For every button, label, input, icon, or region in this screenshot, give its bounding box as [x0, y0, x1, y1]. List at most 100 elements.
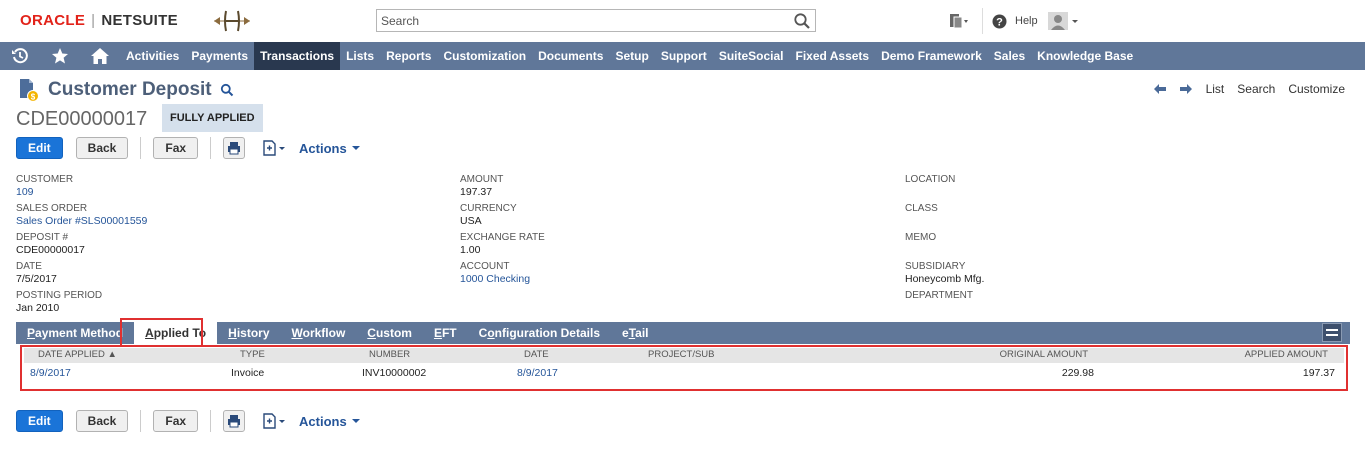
column-header-date[interactable]: DATE	[524, 349, 549, 360]
top-header: ORACLE | NETSUITE ? Help	[0, 0, 1365, 42]
subtab-eft[interactable]: EFT	[423, 322, 468, 344]
subtab-text: e	[622, 326, 629, 340]
new-record-menu-icon[interactable]	[261, 412, 287, 430]
field-value: USA	[460, 215, 482, 227]
nav-item-payments[interactable]: Payments	[185, 42, 254, 70]
nav-item-documents[interactable]: Documents	[532, 42, 609, 70]
subtab-accesskey: W	[291, 326, 303, 340]
logo-oracle-text: ORACLE	[20, 12, 86, 29]
field-value[interactable]: 109	[16, 186, 147, 198]
field-label: DEPOSIT #	[16, 232, 69, 243]
subtab-text: ayment Method	[35, 326, 124, 340]
previous-record-arrow-icon[interactable]	[1153, 83, 1167, 95]
nav-item-setup[interactable]: Setup	[609, 42, 654, 70]
edit-button[interactable]: Edit	[16, 137, 63, 159]
nav-recent[interactable]	[0, 42, 40, 70]
cell-date[interactable]: 8/9/2017	[517, 367, 558, 379]
global-search-input[interactable]	[377, 10, 777, 31]
help-link[interactable]: ? Help	[992, 12, 1038, 30]
applied-to-highlight-box	[120, 318, 203, 347]
user-avatar-icon	[1048, 12, 1078, 30]
nav-item-sales[interactable]: Sales	[988, 42, 1031, 70]
fax-button-bottom[interactable]: Fax	[153, 410, 199, 432]
nav-item-support[interactable]: Support	[655, 42, 713, 70]
print-button-bottom[interactable]	[223, 410, 246, 432]
column-header-project[interactable]: PROJECT/SUB	[648, 349, 715, 360]
column-header-type[interactable]: TYPE	[240, 349, 265, 360]
subtab-etail[interactable]: eTail	[611, 322, 659, 344]
subtab-accesskey: P	[27, 326, 36, 340]
logo-netsuite-text: NETSUITE	[101, 12, 178, 29]
actions-label: Actions	[299, 140, 347, 156]
button-separator	[140, 410, 142, 432]
oracle-netsuite-logo[interactable]: ORACLE | NETSUITE	[20, 12, 178, 29]
subtab-payment-method[interactable]: Payment Method	[16, 322, 134, 344]
field-label: AMOUNT	[460, 174, 504, 185]
field-label: LOCATION	[905, 174, 956, 185]
search-record-icon[interactable]	[220, 83, 234, 97]
subtab-accesskey: C	[367, 326, 376, 340]
nav-item-activities[interactable]: Activities	[120, 42, 185, 70]
nav-item-suitesocial[interactable]: SuiteSocial	[713, 42, 790, 70]
customize-link[interactable]: Customize	[1288, 82, 1345, 96]
field-label: CLASS	[905, 203, 938, 214]
actions-menu[interactable]: Actions	[299, 141, 361, 156]
field-value: 1.00	[460, 244, 481, 256]
field-value: Jan 2010	[16, 302, 60, 314]
help-icon: ?	[992, 14, 1007, 28]
help-label: Help	[1015, 15, 1038, 27]
nav-item-customization[interactable]: Customization	[437, 42, 532, 70]
back-button[interactable]: Back	[75, 137, 129, 159]
search-link[interactable]: Search	[1237, 82, 1275, 96]
edit-button-bottom[interactable]: Edit	[16, 410, 63, 432]
svg-text:?: ?	[996, 16, 1003, 28]
printer-icon	[228, 415, 241, 428]
nav-item-fixed-assets[interactable]: Fixed Assets	[790, 42, 876, 70]
table-row: 8/9/2017 Invoice INV10000002 8/9/2017 22…	[24, 364, 1344, 384]
cell-date-applied[interactable]: 8/9/2017	[30, 367, 71, 379]
print-button[interactable]	[223, 137, 246, 159]
field-date: DATE 7/5/2017	[16, 261, 147, 290]
subtab-workflow[interactable]: Workflow	[281, 322, 357, 344]
nav-home[interactable]	[80, 42, 120, 70]
collapse-subtabs-button[interactable]	[1322, 323, 1342, 342]
column-header-date-applied[interactable]: DATE APPLIED ▲	[38, 349, 117, 360]
history-clock-icon	[12, 48, 28, 64]
field-deposit: DEPOSIT # CDE00000017	[16, 232, 147, 261]
nav-item-transactions[interactable]: Transactions	[254, 42, 341, 70]
subtab-custom[interactable]: Custom	[356, 322, 423, 344]
field-value: 7/5/2017	[16, 273, 57, 285]
field-value[interactable]: Sales Order #SLS00001559	[16, 215, 147, 227]
new-record-menu-icon[interactable]	[261, 139, 287, 157]
subtab-history[interactable]: History	[217, 322, 280, 344]
search-icon[interactable]	[793, 12, 811, 30]
subtab-accesskey: o	[487, 326, 495, 340]
recent-records-menu[interactable]	[948, 12, 970, 30]
nav-item-knowledge-base[interactable]: Knowledge Base	[1031, 42, 1139, 70]
next-record-arrow-icon[interactable]	[1179, 83, 1193, 95]
column-header-number[interactable]: NUMBER	[369, 349, 410, 360]
column-header-applied-amount[interactable]: APPLIED AMOUNT	[1245, 349, 1328, 360]
field-label: EXCHANGE RATE	[460, 232, 545, 243]
actions-label: Actions	[299, 413, 347, 429]
actions-menu-bottom[interactable]: Actions	[299, 414, 361, 429]
cell-type: Invoice	[231, 367, 265, 379]
column-header-original-amount[interactable]: ORIGINAL AMOUNT	[1000, 349, 1088, 360]
nav-favorites[interactable]	[40, 42, 80, 70]
subtab-text: nfiguration Details	[494, 326, 600, 340]
button-separator	[140, 137, 142, 159]
page-title-row: $ Customer Deposit	[18, 78, 234, 102]
nav-item-demo-framework[interactable]: Demo Framework	[875, 42, 988, 70]
nav-item-reports[interactable]: Reports	[380, 42, 437, 70]
user-menu[interactable]	[1048, 12, 1080, 30]
back-button-bottom[interactable]: Back	[75, 410, 129, 432]
fax-button[interactable]: Fax	[153, 137, 199, 159]
applied-to-table: DATE APPLIED ▲ TYPE NUMBER DATE PROJECT/…	[20, 345, 1348, 391]
list-link[interactable]: List	[1206, 82, 1225, 96]
subtab-accesskey: H	[228, 326, 237, 340]
subtab-configuration-details[interactable]: Configuration Details	[468, 322, 611, 344]
field-value[interactable]: 1000 Checking	[460, 273, 545, 285]
field-label: ACCOUNT	[460, 261, 510, 272]
nav-item-lists[interactable]: Lists	[340, 42, 380, 70]
customer-deposit-icon: $	[20, 79, 39, 102]
